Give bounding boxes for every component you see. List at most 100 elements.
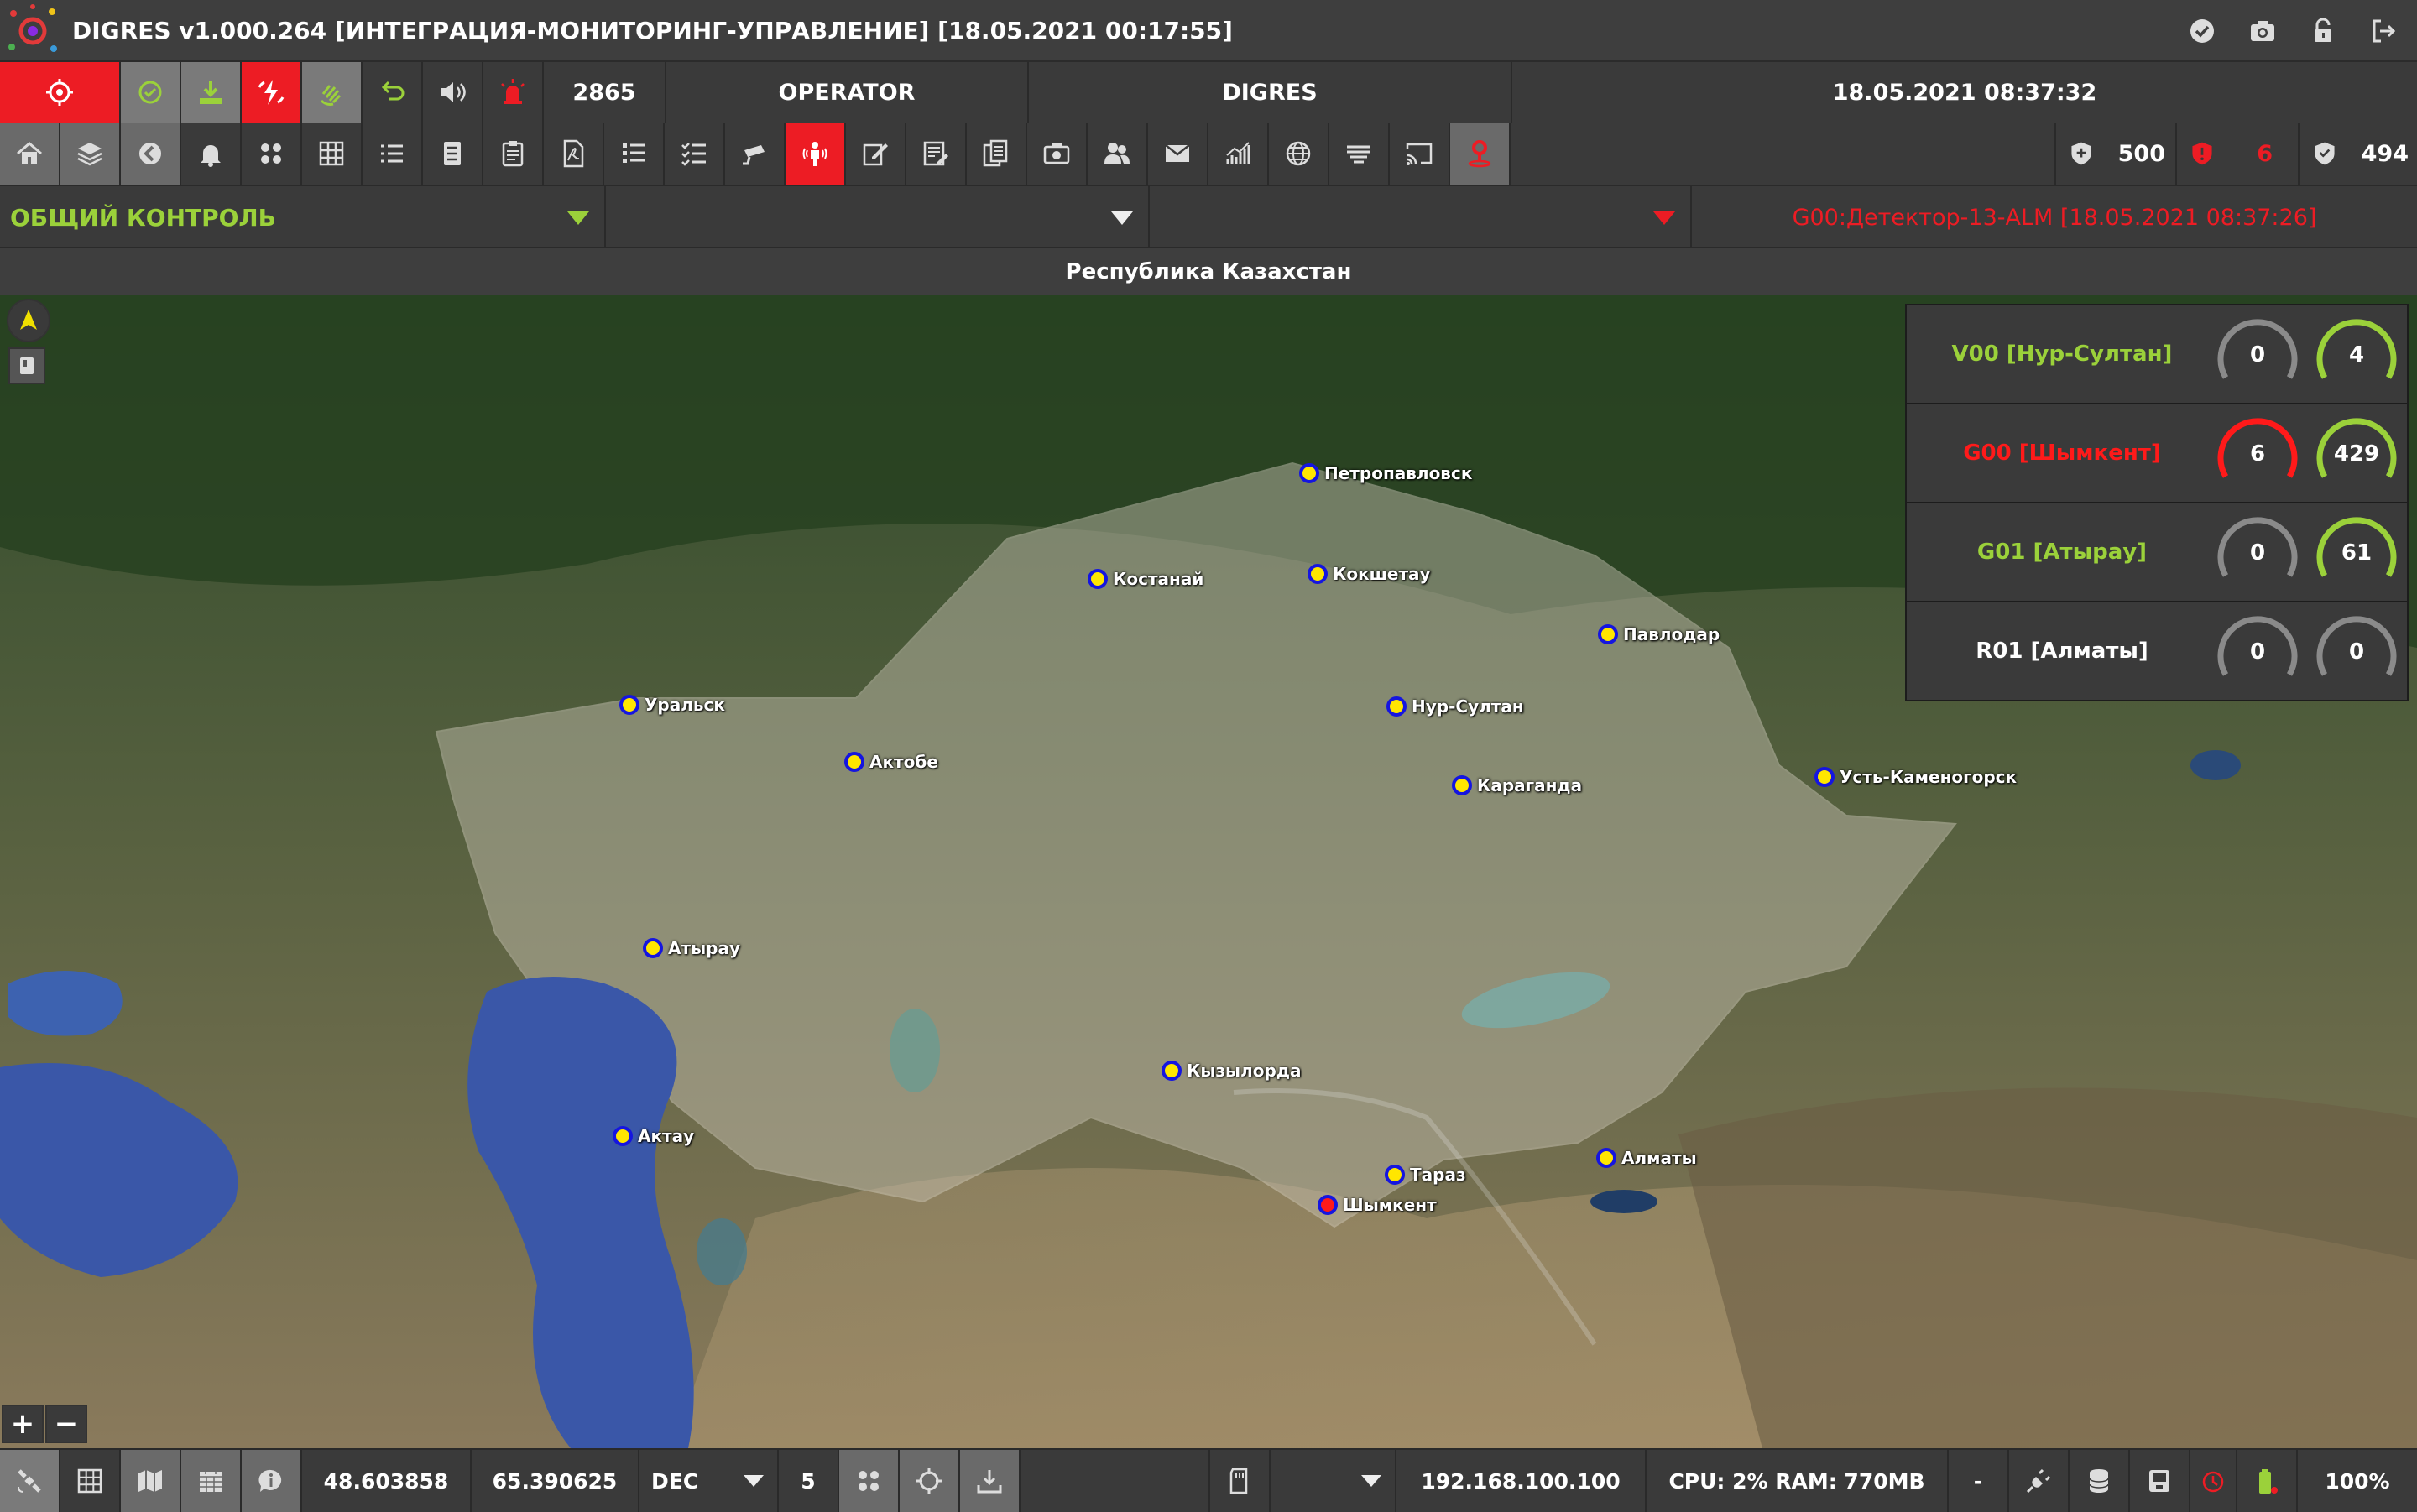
city-marker[interactable]: Актау [613,1126,694,1146]
city-marker[interactable]: Кызылорда [1162,1061,1302,1081]
logout-icon[interactable] [2360,0,2407,62]
status-spacer [1021,1450,1210,1512]
cast-icon [1406,143,1433,165]
city-marker-alarm[interactable]: Шымкент [1318,1195,1437,1215]
hand-icon [320,85,342,106]
info-button[interactable] [242,1450,302,1512]
undo-button[interactable] [363,62,423,123]
city-marker[interactable]: Актобе [844,752,938,772]
cctv-button[interactable] [725,123,786,185]
zoom-in-button[interactable]: + [2,1405,44,1443]
personnel-alarm-button[interactable] [786,123,846,185]
ip-address: 192.168.100.100 [1396,1450,1647,1512]
export-button[interactable] [960,1450,1021,1512]
city-marker[interactable]: Уральск [619,695,725,715]
plug-icon [2026,1468,2051,1494]
report-button[interactable] [906,123,967,185]
map-view-button[interactable] [121,1450,181,1512]
last-event-text[interactable]: G00:Детектор-13-ALM [18.05.2021 08:37:26… [1692,186,2417,248]
city-marker[interactable]: Атырау [643,938,740,958]
check-circle-icon[interactable] [2179,0,2226,62]
station-label: G00 [Шымкент] [1963,441,2161,466]
lines-button[interactable] [1329,123,1390,185]
home-button[interactable] [0,123,60,185]
precision-value[interactable]: 5 [779,1450,839,1512]
speaker-icon [441,82,466,102]
chevron-down-icon [567,211,589,225]
documents-button[interactable] [967,123,1027,185]
chevron-down-icon [1111,211,1133,225]
download-button[interactable] [181,62,242,123]
alarm-timer-button[interactable] [2190,1450,2237,1512]
list-button[interactable] [363,123,423,185]
cluster-button[interactable] [839,1450,900,1512]
city-marker[interactable]: Петропавловск [1299,463,1472,483]
layers-button[interactable] [60,123,121,185]
station-row[interactable]: V00 [Нур-Султан] 0 4 [1907,305,2407,404]
database-button[interactable] [2070,1450,2130,1512]
statistics-button[interactable] [1208,123,1269,185]
device-select[interactable] [1271,1450,1396,1512]
group-select[interactable]: ОБЩИЙ КОНТРОЛЬ [0,186,606,248]
ordered-list-button[interactable] [604,123,665,185]
sync-alarm-button[interactable] [242,62,302,123]
city-label: Актау [638,1126,695,1146]
snapshot-button[interactable] [1027,123,1088,185]
cast-button[interactable] [1390,123,1450,185]
layers-icon [77,143,102,166]
target-button[interactable] [900,1450,960,1512]
city-marker[interactable]: Усть-Каменогорск [1814,767,2017,787]
coord-format-select[interactable]: DEC [639,1450,779,1512]
satellite-view-button[interactable] [0,1450,60,1512]
sound-button[interactable] [423,62,483,123]
edit-button[interactable] [846,123,906,185]
calendar-button[interactable] [181,1450,242,1512]
station-row[interactable]: G01 [Атырау] 0 61 [1907,503,2407,602]
map-layer-toggle[interactable] [8,347,45,384]
city-marker[interactable]: Нур-Султан [1386,696,1524,717]
camera-icon[interactable] [2239,0,2286,62]
alarm-light-button[interactable] [483,62,544,123]
devices-button[interactable] [242,123,302,185]
city-marker[interactable]: Караганда [1452,775,1582,795]
messages-button[interactable] [1148,123,1208,185]
grid-view-button[interactable] [60,1450,121,1512]
station-row[interactable]: G00 [Шымкент] 6 429 [1907,404,2407,503]
edit-icon [863,143,888,166]
server-button[interactable] [2130,1450,2190,1512]
compass-button[interactable] [7,299,50,342]
hand-signal-button[interactable] [302,62,363,123]
lock-icon[interactable] [2300,0,2347,62]
object-select[interactable] [606,186,1150,248]
checklist-button[interactable] [665,123,725,185]
chevron-down-icon [1653,211,1675,225]
city-marker[interactable]: Кокшетау [1308,564,1431,584]
web-button[interactable] [1269,123,1329,185]
alarm-devices-counter: 6 [2177,123,2300,185]
back-button[interactable] [121,123,181,185]
city-label: Караганда [1477,775,1583,795]
database-icon [2089,1469,2109,1493]
city-marker[interactable]: Алматы [1596,1148,1697,1168]
alarm-select[interactable] [1150,186,1692,248]
crosshair-icon [46,79,73,106]
connection-button[interactable] [2009,1450,2070,1512]
map-pin-button[interactable] [1450,123,1511,185]
city-marker[interactable]: Павлодар [1598,624,1720,644]
event-counter: 2865 [544,62,666,123]
marker-dot [1385,1165,1405,1185]
users-button[interactable] [1088,123,1148,185]
notifications-button[interactable] [181,123,242,185]
clipboard-button[interactable] [483,123,544,185]
city-marker[interactable]: Тараз [1385,1165,1466,1185]
city-marker[interactable]: Костанай [1088,569,1203,589]
pdf-button[interactable] [544,123,604,185]
panel-button[interactable] [423,123,483,185]
locate-button[interactable] [0,62,121,123]
sd-card-button[interactable] [1210,1450,1271,1512]
acknowledge-button[interactable] [121,62,181,123]
chevron-down-icon [1361,1475,1381,1487]
table-button[interactable] [302,123,363,185]
zoom-out-button[interactable]: − [45,1405,87,1443]
station-row[interactable]: R01 [Алматы] 0 0 [1907,602,2407,701]
